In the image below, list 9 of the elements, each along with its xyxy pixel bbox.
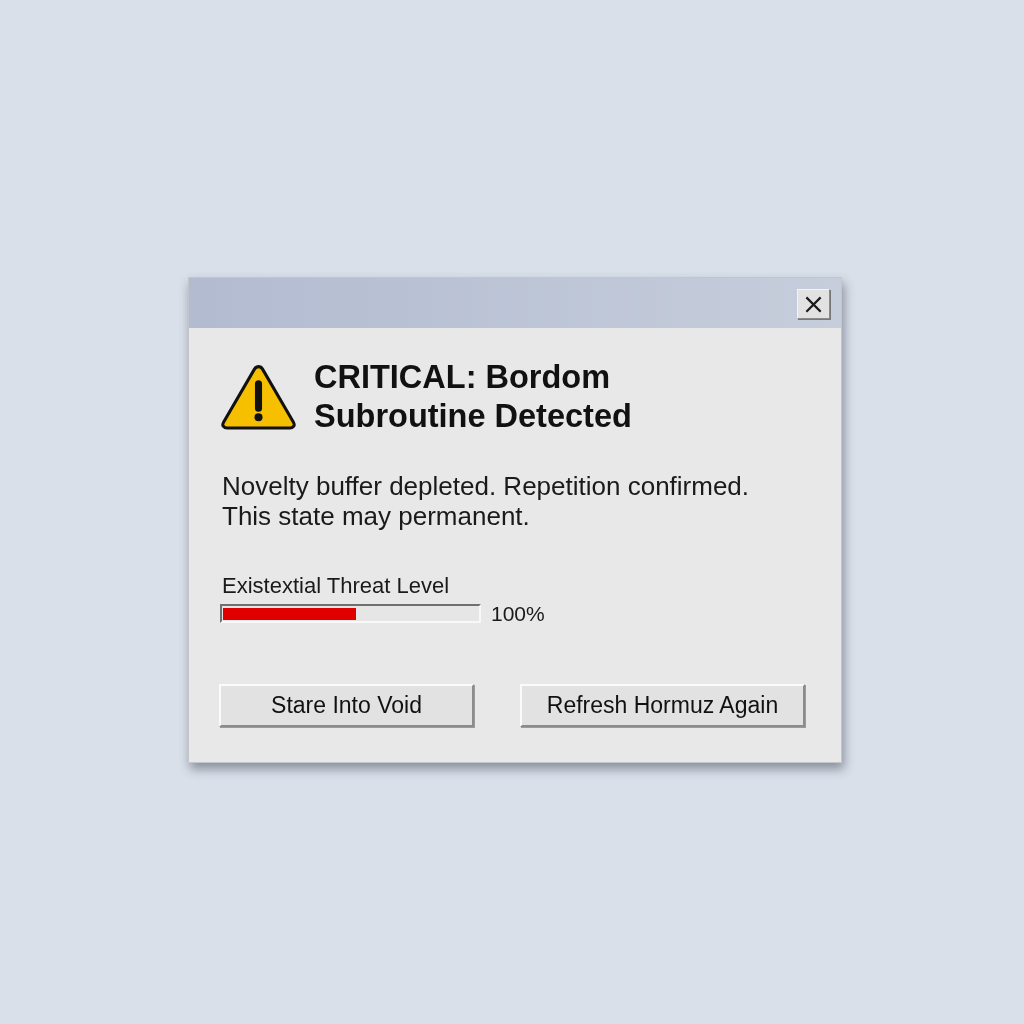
dialog-heading: CRITICAL: Bordom Subroutine Detected: [314, 358, 633, 436]
close-icon: [805, 295, 822, 313]
dialog-button[interactable]: Stare Into Void: [219, 684, 474, 727]
close-button[interactable]: [797, 289, 830, 319]
dialog-button[interactable]: Refresh Hormuz Again: [520, 684, 805, 727]
progress-reading: 100%: [491, 601, 545, 626]
dialog-message: Novelty buffer depleted. Repetition confirmed. This state may permanent.: [222, 471, 751, 531]
warning-icon: [220, 363, 297, 431]
progress-label: Existextial Threat Level: [222, 573, 450, 599]
